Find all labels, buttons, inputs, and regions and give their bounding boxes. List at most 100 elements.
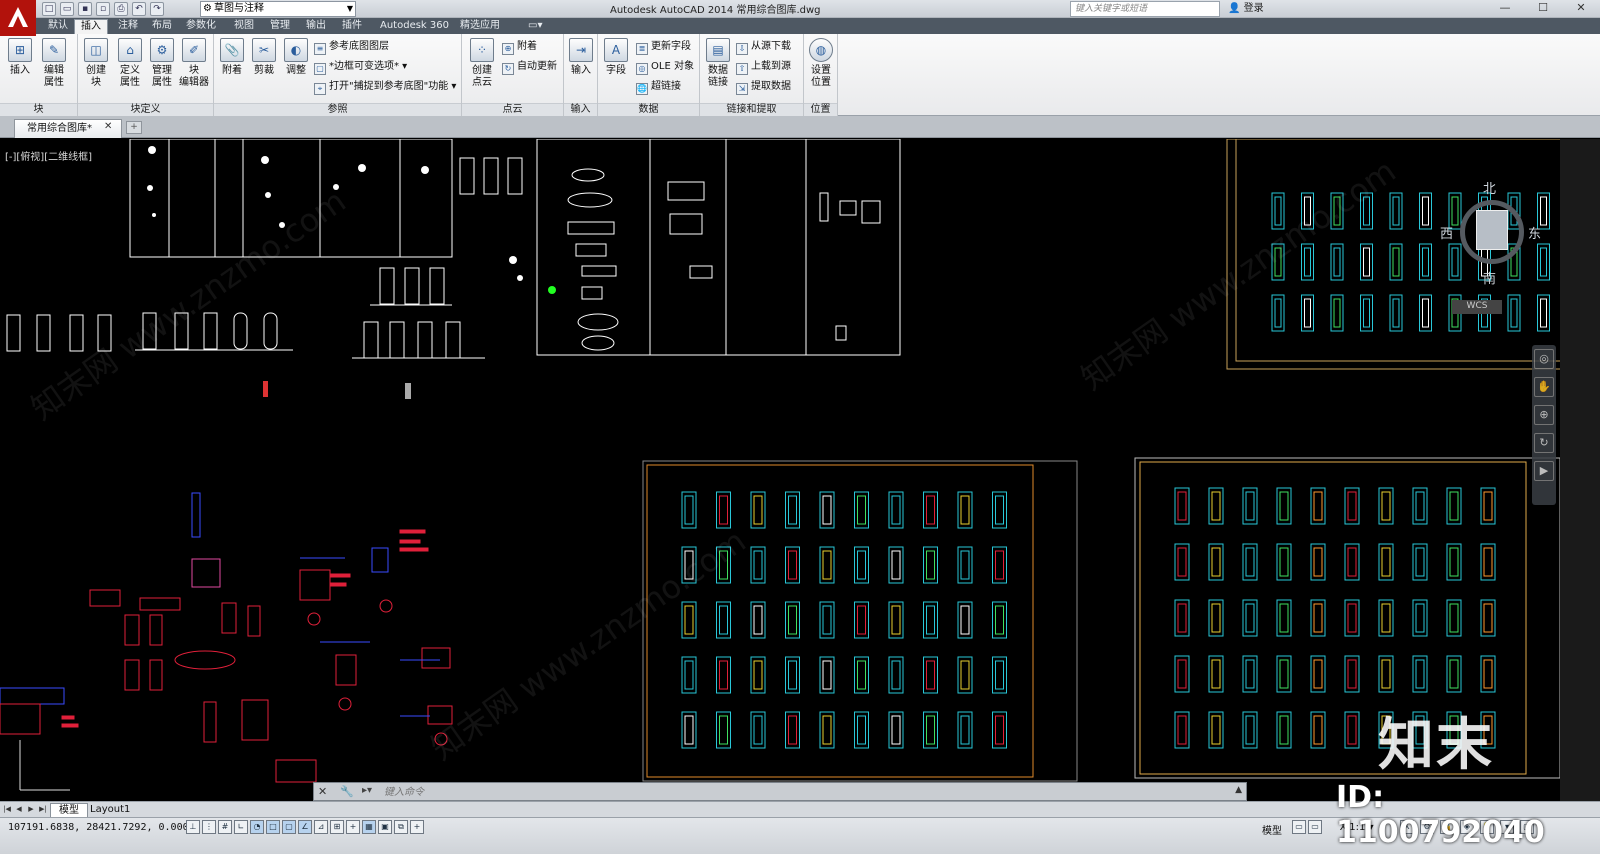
- close-icon[interactable]: ✕: [318, 785, 327, 798]
- undo-icon[interactable]: ↶: [132, 2, 146, 16]
- first-layout-icon[interactable]: |◀: [2, 804, 12, 815]
- tab-layout[interactable]: 布局: [146, 19, 178, 34]
- dyn-icon[interactable]: ⊞: [330, 820, 344, 834]
- orbit-icon[interactable]: ↻: [1534, 433, 1554, 453]
- auto-update-button[interactable]: ↻ 自动更新: [502, 60, 557, 75]
- otrack-icon[interactable]: ∠: [298, 820, 312, 834]
- block-editor-button[interactable]: ✐ 块 编辑器: [178, 38, 210, 89]
- wrench-icon[interactable]: 🔧: [340, 785, 354, 798]
- compass-north[interactable]: 北: [1483, 178, 1496, 197]
- underlay-layers-button[interactable]: ≡ 参考底图图层: [314, 40, 389, 55]
- command-input[interactable]: [384, 785, 1224, 799]
- infer-constraints-icon[interactable]: ⊥: [186, 820, 200, 834]
- vertical-scrollbar[interactable]: [1560, 139, 1600, 801]
- save-icon[interactable]: ▪: [78, 2, 92, 16]
- chevron-up-icon[interactable]: ▲: [1235, 785, 1242, 795]
- panel-title[interactable]: 块: [0, 103, 77, 116]
- annotation-monitor-icon[interactable]: +: [410, 820, 424, 834]
- selection-cycling-icon[interactable]: ⧉: [394, 820, 408, 834]
- next-layout-icon[interactable]: ▶: [26, 804, 36, 815]
- snap-underlay-dropdown[interactable]: ⌖ 打开"捕捉到参考底图"功能 ▾: [314, 80, 456, 95]
- prev-layout-icon[interactable]: ◀: [14, 804, 24, 815]
- tab-parametric[interactable]: 参数化: [180, 19, 222, 34]
- login-button[interactable]: 👤 登录: [1228, 1, 1264, 17]
- coordinate-readout[interactable]: 107191.6838, 28421.7292, 0.0000: [8, 822, 195, 833]
- panel-title[interactable]: 输入: [564, 103, 597, 116]
- quick-view-layouts-icon[interactable]: ▭: [1292, 820, 1306, 834]
- steering-wheel-icon[interactable]: ◎: [1534, 349, 1554, 369]
- last-layout-icon[interactable]: ▶|: [38, 804, 48, 815]
- quick-view-drawings-icon[interactable]: ▭: [1308, 820, 1322, 834]
- grid-icon[interactable]: #: [218, 820, 232, 834]
- manage-attribute-button[interactable]: ⚙ 管理 属性: [146, 38, 178, 89]
- viewcube-face[interactable]: [1476, 210, 1508, 250]
- model-space-button[interactable]: 模型: [1262, 822, 1282, 837]
- panel-title[interactable]: 块定义: [78, 103, 213, 116]
- panel-title[interactable]: 数据: [598, 103, 699, 116]
- viewport-controls[interactable]: [-][俯视][二维线框]: [5, 148, 92, 163]
- tab-insert[interactable]: 插入: [74, 19, 108, 34]
- tab-default[interactable]: 默认: [42, 19, 74, 34]
- polar-icon[interactable]: ◔: [250, 820, 264, 834]
- download-source-button[interactable]: ⇩ 从源下载: [736, 40, 791, 55]
- insert-block-button[interactable]: ⊞ 插入: [4, 38, 36, 77]
- create-block-button[interactable]: ◫ 创建 块: [80, 38, 112, 89]
- panel-title[interactable]: 参照: [214, 103, 461, 116]
- attach-button[interactable]: 📎 附着: [216, 38, 248, 77]
- viewcube[interactable]: 北 南 西 东: [1440, 170, 1541, 290]
- frame-options-dropdown[interactable]: ▢ *边框可变选项* ▾: [314, 60, 407, 75]
- autocad-logo-icon[interactable]: [0, 0, 36, 36]
- ducs-icon[interactable]: ⊿: [314, 820, 328, 834]
- print-icon[interactable]: ⎙: [114, 2, 128, 16]
- maximize-button[interactable]: ☐: [1524, 0, 1562, 16]
- command-prompt-icon[interactable]: ▸▾: [362, 785, 372, 796]
- update-fields-button[interactable]: ≣ 更新字段: [636, 40, 691, 55]
- tab-manage[interactable]: 管理: [264, 19, 296, 34]
- osnap-icon[interactable]: □: [266, 820, 280, 834]
- ole-object-button[interactable]: ◎ OLE 对象: [636, 60, 694, 75]
- wcs-dropdown[interactable]: WCS: [1452, 300, 1502, 314]
- tab-annotate[interactable]: 注释: [112, 19, 144, 34]
- pan-icon[interactable]: ✋: [1534, 377, 1554, 397]
- clip-button[interactable]: ✂ 剪裁: [248, 38, 280, 77]
- import-button[interactable]: ⇥ 输入: [565, 38, 597, 77]
- adjust-button[interactable]: ◐ 调整: [280, 38, 312, 77]
- lineweight-icon[interactable]: +: [346, 820, 360, 834]
- new-icon[interactable]: □: [42, 2, 56, 16]
- quick-properties-icon[interactable]: ▣: [378, 820, 392, 834]
- compass-south[interactable]: 南: [1483, 268, 1496, 287]
- close-icon[interactable]: ✕: [104, 121, 112, 132]
- new-tab-icon[interactable]: +: [126, 121, 142, 134]
- tab-plugins[interactable]: 插件: [336, 19, 368, 34]
- saveas-icon[interactable]: ▫: [96, 2, 110, 16]
- showmotion-icon[interactable]: ▶: [1534, 461, 1554, 481]
- close-button[interactable]: ✕: [1562, 0, 1600, 16]
- tab-featured-apps[interactable]: 精选应用: [454, 19, 506, 34]
- zoom-icon[interactable]: ⊕: [1534, 405, 1554, 425]
- ribbon-options-icon[interactable]: ▭▾: [522, 19, 548, 34]
- tab-layout1[interactable]: Layout1: [82, 803, 138, 817]
- upload-source-button[interactable]: ⇧ 上载到源: [736, 60, 791, 75]
- panel-title[interactable]: 位置: [804, 103, 837, 116]
- redo-icon[interactable]: ↷: [150, 2, 164, 16]
- tab-view[interactable]: 视图: [228, 19, 260, 34]
- edit-attribute-button[interactable]: ✎ 编辑 属性: [38, 38, 70, 89]
- minimize-button[interactable]: —: [1486, 0, 1524, 16]
- create-pointcloud-button[interactable]: ⁘ 创建 点云: [466, 38, 498, 89]
- open-icon[interactable]: ▭: [60, 2, 74, 16]
- set-location-button[interactable]: ◍ 设置 位置: [805, 38, 837, 89]
- 3d-osnap-icon[interactable]: ▢: [282, 820, 296, 834]
- pointcloud-attach-button[interactable]: ⊕ 附着: [502, 40, 537, 55]
- compass-east[interactable]: 东: [1528, 223, 1541, 242]
- transparency-icon[interactable]: ▦: [362, 820, 376, 834]
- ortho-icon[interactable]: ∟: [234, 820, 248, 834]
- data-link-button[interactable]: ▤ 数据 链接: [702, 38, 734, 89]
- tab-autodesk360[interactable]: Autodesk 360: [374, 19, 455, 34]
- panel-title[interactable]: 点云: [462, 103, 563, 116]
- define-attribute-button[interactable]: ⌂ 定义 属性: [114, 38, 146, 89]
- panel-title[interactable]: 链接和提取: [700, 103, 803, 116]
- compass-west[interactable]: 西: [1440, 223, 1453, 242]
- snap-mode-icon[interactable]: ⋮: [202, 820, 216, 834]
- extract-data-button[interactable]: ⇲ 提取数据: [736, 80, 791, 95]
- field-button[interactable]: A 字段: [600, 38, 632, 77]
